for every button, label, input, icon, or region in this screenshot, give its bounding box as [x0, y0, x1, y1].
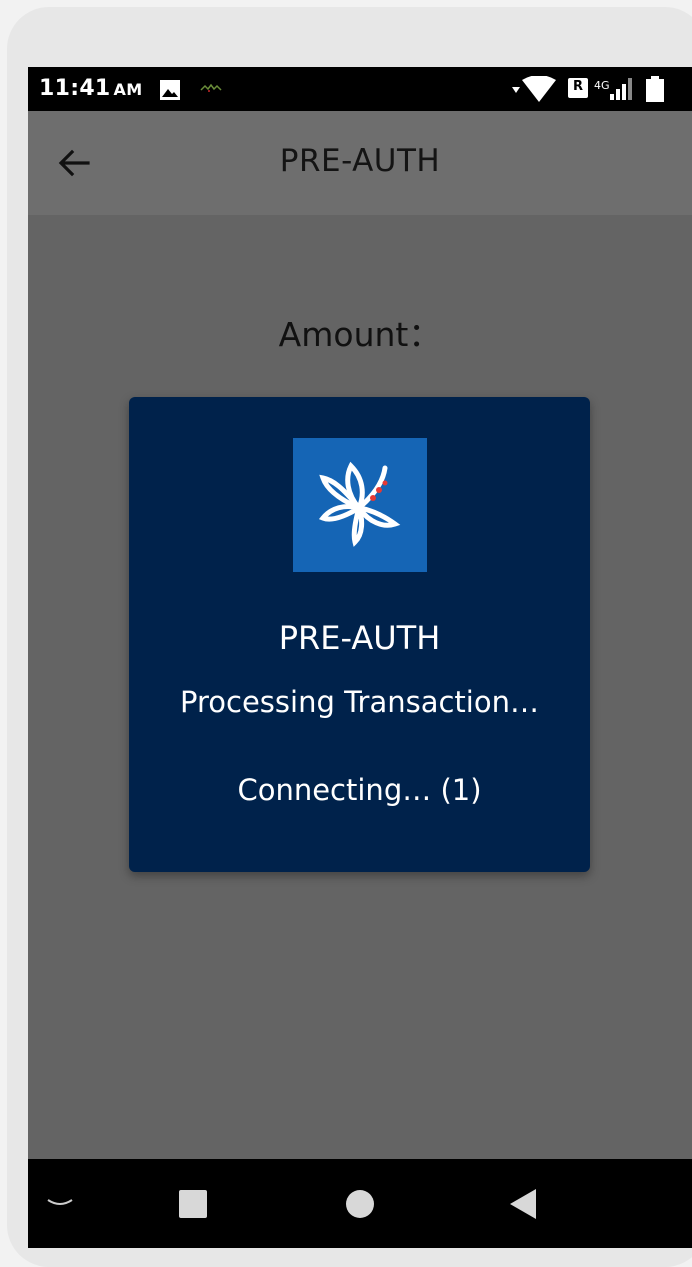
- processing-dialog: PRE-AUTH Processing Transaction… Connect…: [129, 397, 590, 872]
- app-bar: PRE-AUTH: [28, 111, 692, 215]
- image-icon: [160, 80, 180, 100]
- battery-icon: [646, 76, 664, 102]
- sim-badge-label: R: [573, 79, 584, 94]
- system-indicators: R 4G: [512, 76, 682, 102]
- triangle-back-icon: [510, 1189, 536, 1219]
- dialog-status: Processing Transaction…: [180, 685, 539, 719]
- circle-icon: [346, 1190, 374, 1218]
- navigation-bar: [28, 1159, 692, 1248]
- chevron-down-icon[interactable]: [46, 1196, 74, 1210]
- page-title: PRE-AUTH: [279, 143, 441, 179]
- phone-screen: 11:41 AM R 4G PRE-AUTH Amount： PRE-AUTH …: [28, 67, 692, 1248]
- signal-icon: [610, 78, 632, 100]
- flower-logo-icon: [318, 461, 401, 547]
- status-ampm: AM: [113, 80, 143, 99]
- bank-logo: [293, 438, 427, 572]
- notification-mini-icon: [200, 83, 222, 92]
- status-bar: 11:41 AM R 4G: [28, 67, 692, 111]
- amount-label: Amount：: [278, 315, 442, 354]
- status-time: 11:41 AM: [39, 76, 142, 101]
- dialog-progress: Connecting… (1): [237, 773, 482, 807]
- square-icon: [179, 1190, 207, 1218]
- nav-back-button[interactable]: [510, 1189, 538, 1219]
- recents-button[interactable]: [179, 1190, 207, 1218]
- signal-arrow-icon: [512, 87, 520, 93]
- wifi-icon: [522, 76, 556, 102]
- home-button[interactable]: [346, 1190, 374, 1218]
- status-clock: 11:41: [39, 76, 111, 101]
- network-type-label: 4G: [594, 79, 610, 92]
- dialog-title: PRE-AUTH: [278, 619, 441, 657]
